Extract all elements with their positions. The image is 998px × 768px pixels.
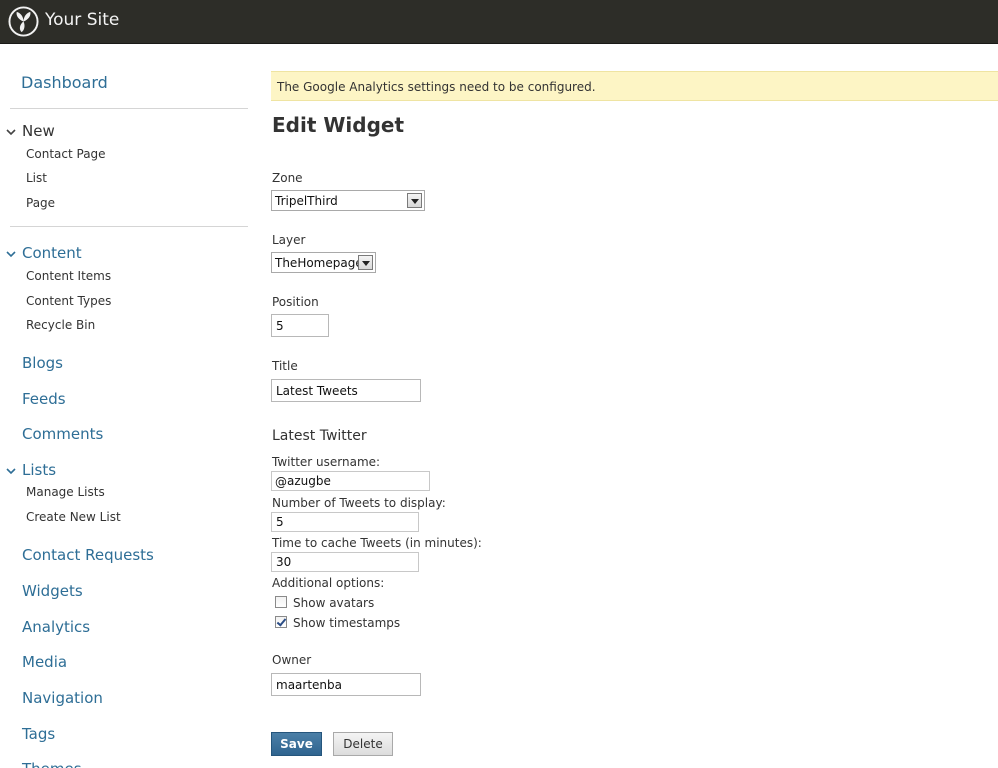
sidebar-divider xyxy=(10,226,248,227)
twitter-username-input[interactable] xyxy=(285,472,425,490)
layer-select-value: TheHomepage xyxy=(275,256,363,270)
tweet-count-input[interactable] xyxy=(271,512,419,532)
sidebar-item-widgets[interactable]: Widgets xyxy=(22,582,83,600)
delete-button[interactable]: Delete xyxy=(333,732,393,756)
sidebar-item-feeds[interactable]: Feeds xyxy=(22,390,66,408)
twitter-username-label: Twitter username: xyxy=(272,455,381,469)
layer-select[interactable]: TheHomepage xyxy=(271,252,376,273)
show-avatars-label[interactable]: Show avatars xyxy=(293,596,374,610)
owner-input[interactable] xyxy=(271,673,421,696)
sidebar-item-comments[interactable]: Comments xyxy=(22,425,103,443)
sidebar-divider xyxy=(10,108,248,109)
dropdown-arrow-icon xyxy=(358,255,373,270)
sidebar-item-analytics[interactable]: Analytics xyxy=(22,618,90,636)
layer-label: Layer xyxy=(272,233,306,247)
zone-select-value: TripelThird xyxy=(275,194,338,208)
position-label: Position xyxy=(272,295,319,309)
sidebar-group-content[interactable]: Content xyxy=(22,244,82,262)
chevron-down-icon[interactable] xyxy=(5,465,17,477)
sidebar-item-list[interactable]: List xyxy=(26,171,47,185)
owner-label: Owner xyxy=(272,653,312,667)
sidebar-item-contact-requests[interactable]: Contact Requests xyxy=(22,546,154,564)
sidebar-item-themes[interactable]: Themes xyxy=(22,760,82,768)
notice-text: The Google Analytics settings need to be… xyxy=(277,80,596,94)
twitter-username-field[interactable]: @ xyxy=(271,471,430,491)
orchard-logo-icon[interactable] xyxy=(8,6,39,37)
sidebar-group-lists[interactable]: Lists xyxy=(22,461,56,479)
sidebar-item-media[interactable]: Media xyxy=(22,653,67,671)
cache-time-input[interactable] xyxy=(271,552,419,572)
chevron-down-icon[interactable] xyxy=(5,126,17,138)
sidebar-item-manage-lists[interactable]: Manage Lists xyxy=(26,485,105,499)
save-button[interactable]: Save xyxy=(271,732,322,756)
position-input[interactable] xyxy=(271,314,329,337)
sidebar-item-create-new-list[interactable]: Create New List xyxy=(26,510,121,524)
zone-select[interactable]: TripelThird xyxy=(271,190,425,211)
sidebar-item-content-items[interactable]: Content Items xyxy=(26,269,111,283)
cache-time-label: Time to cache Tweets (in minutes): xyxy=(272,536,482,550)
show-timestamps-label[interactable]: Show timestamps xyxy=(293,616,400,630)
sidebar-group-new[interactable]: New xyxy=(22,122,55,140)
title-input[interactable] xyxy=(271,379,421,402)
analytics-notice: The Google Analytics settings need to be… xyxy=(271,71,998,101)
sidebar-item-contact-page[interactable]: Contact Page xyxy=(26,147,106,161)
sidebar-item-tags[interactable]: Tags xyxy=(22,725,55,743)
sidebar-item-recycle-bin[interactable]: Recycle Bin xyxy=(26,318,95,332)
page-title: Edit Widget xyxy=(272,113,405,137)
tweet-count-label: Number of Tweets to display: xyxy=(272,496,446,510)
zone-label: Zone xyxy=(272,171,303,185)
sidebar-item-content-types[interactable]: Content Types xyxy=(26,294,111,308)
sidebar-item-blogs[interactable]: Blogs xyxy=(22,354,63,372)
additional-options-label: Additional options: xyxy=(272,576,385,590)
sidebar-item-page[interactable]: Page xyxy=(26,196,55,210)
sidebar-item-navigation[interactable]: Navigation xyxy=(22,689,103,707)
top-bar: Your Site xyxy=(0,0,998,44)
sidebar-nav: Dashboard New Contact Page List Page Con… xyxy=(0,44,260,768)
show-avatars-checkbox[interactable] xyxy=(275,596,287,608)
title-label: Title xyxy=(272,359,298,373)
dropdown-arrow-icon xyxy=(407,193,422,208)
show-timestamps-checkbox[interactable] xyxy=(275,616,287,628)
site-title[interactable]: Your Site xyxy=(45,10,119,30)
sidebar-item-dashboard[interactable]: Dashboard xyxy=(21,73,108,92)
chevron-down-icon[interactable] xyxy=(5,248,17,260)
latest-twitter-heading: Latest Twitter xyxy=(272,428,367,444)
